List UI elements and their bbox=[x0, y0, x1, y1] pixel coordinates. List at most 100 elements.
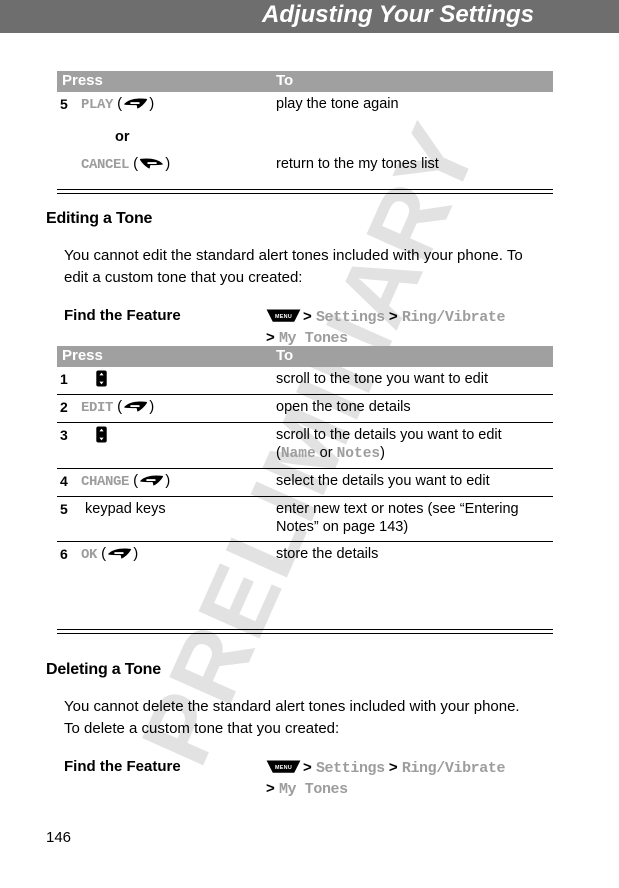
path-item-settings: Settings bbox=[315, 309, 385, 326]
soft-key-left-icon bbox=[139, 156, 164, 169]
procedure-table-editing: Press To 1 scroll to the tone you want t… bbox=[57, 346, 553, 569]
step-press-cell bbox=[79, 422, 273, 469]
table-row: 6 OK () store the details bbox=[57, 541, 553, 569]
step-press-cell: PLAY () bbox=[79, 92, 273, 119]
step-number: 1 bbox=[60, 371, 68, 387]
column-header-press: Press bbox=[57, 71, 273, 92]
step-press-cell: OK () bbox=[79, 541, 273, 569]
step-number: 6 bbox=[57, 541, 79, 569]
column-header-to: To bbox=[273, 346, 553, 367]
find-the-feature-label-editing: Find the Feature bbox=[64, 307, 181, 324]
page-number: 146 bbox=[46, 829, 72, 846]
menu-key-icon: MENU bbox=[266, 308, 301, 322]
step-action-cell: store the details bbox=[273, 541, 553, 569]
step-press-cell: CANCEL () bbox=[79, 151, 273, 179]
paren-close: ) bbox=[149, 398, 155, 415]
soft-key-right-icon bbox=[139, 473, 164, 486]
paren-open: ( bbox=[129, 472, 139, 489]
path-separator-2: > bbox=[388, 759, 398, 776]
section-paragraph-deleting: You cannot delete the standard alert ton… bbox=[64, 698, 520, 737]
svg-text:MENU: MENU bbox=[275, 765, 292, 771]
paren-close: ) bbox=[165, 472, 171, 489]
step-number: 5 bbox=[57, 496, 79, 542]
ui-value-name: Name bbox=[280, 446, 316, 462]
paren-open: ( bbox=[129, 155, 139, 172]
table-bottom-rule bbox=[57, 189, 553, 194]
paren-open: ( bbox=[113, 95, 123, 112]
or-separator: or bbox=[115, 129, 130, 145]
path-separator-1: > bbox=[303, 308, 312, 325]
step-number: 3 bbox=[57, 422, 79, 469]
path-item-mytones: My Tones bbox=[278, 781, 348, 798]
find-the-feature-path-editing: MENU > Settings > Ring/Vibrate > My Tones bbox=[266, 307, 566, 349]
action-text-line1: scroll to the details you want to edit bbox=[276, 427, 502, 443]
conjunction-or: or bbox=[315, 445, 337, 461]
step-number-blank bbox=[57, 119, 79, 151]
step-number: 5 bbox=[60, 96, 68, 112]
table-header-row: Press To bbox=[57, 346, 553, 367]
step-press-cell bbox=[79, 367, 273, 395]
step-number: 4 bbox=[57, 468, 79, 497]
path-item-ringvibrate: Ring/Vibrate bbox=[401, 760, 506, 777]
softkey-label-change: CHANGE bbox=[81, 474, 130, 490]
find-the-feature-path-deleting: MENU > Settings > Ring/Vibrate > My Tones bbox=[266, 758, 566, 800]
soft-key-right-icon bbox=[123, 96, 148, 109]
paren-close: ) bbox=[149, 95, 155, 112]
step-action-cell: return to the my tones list bbox=[276, 156, 439, 172]
scroll-key-icon bbox=[95, 370, 108, 387]
softkey-label-edit: EDIT bbox=[81, 400, 114, 416]
soft-key-right-icon bbox=[107, 546, 132, 559]
step-action-cell: enter new text or notes (see “Entering N… bbox=[273, 496, 553, 542]
table-row: 5 PLAY () play the tone again bbox=[57, 92, 553, 119]
section-heading-deleting: Deleting a Tone bbox=[46, 661, 161, 678]
table-header-row: Press To bbox=[57, 71, 553, 92]
path-item-settings: Settings bbox=[315, 760, 385, 777]
column-header-to: To bbox=[273, 71, 553, 92]
table-row-or: or bbox=[57, 119, 553, 151]
softkey-label-cancel: CANCEL bbox=[81, 157, 130, 173]
procedure-table-playcancel: Press To 5 PLAY () play the tone again o… bbox=[57, 71, 553, 179]
paren-close: ) bbox=[165, 155, 171, 172]
path-separator-3: > bbox=[266, 329, 275, 346]
path-separator-2: > bbox=[388, 308, 398, 325]
page-header-bar: Adjusting Your Settings bbox=[0, 0, 619, 33]
table-row: 4 CHANGE () select the details you want … bbox=[57, 468, 553, 497]
step-number: 2 bbox=[57, 394, 79, 423]
column-header-press: Press bbox=[57, 346, 273, 367]
table-bottom-rule bbox=[57, 629, 553, 634]
page-title: Adjusting Your Settings bbox=[261, 1, 534, 28]
svg-text:MENU: MENU bbox=[275, 314, 292, 320]
paren-open: ( bbox=[97, 545, 107, 562]
softkey-label-play: PLAY bbox=[81, 97, 114, 113]
table-row: 1 scroll to the tone you want to edit bbox=[57, 367, 553, 395]
paren-close: ) bbox=[133, 545, 139, 562]
path-separator-1: > bbox=[303, 759, 312, 776]
softkey-label-ok: OK bbox=[81, 547, 98, 563]
menu-key-icon: MENU bbox=[266, 759, 301, 773]
path-separator-3: > bbox=[266, 780, 275, 797]
ui-value-notes: Notes bbox=[336, 446, 381, 462]
paren-open: ( bbox=[113, 398, 123, 415]
scroll-key-icon bbox=[95, 426, 108, 443]
table-row: 2 EDIT () open the tone details bbox=[57, 394, 553, 423]
step-action-cell: select the details you want to edit bbox=[273, 468, 553, 497]
section-paragraph-editing: You cannot edit the standard alert tones… bbox=[64, 247, 523, 286]
step-press-cell: keypad keys bbox=[79, 496, 273, 542]
paren-close: ) bbox=[380, 445, 385, 461]
step-number-blank-2 bbox=[57, 151, 79, 179]
step-action-cell: scroll to the tone you want to edit bbox=[276, 371, 488, 387]
table-row: CANCEL () return to the my tones list bbox=[57, 151, 553, 179]
step-action-blank bbox=[273, 119, 553, 151]
table-row: 5 keypad keys enter new text or notes (s… bbox=[57, 496, 553, 542]
step-action-cell: scroll to the details you want to edit (N… bbox=[273, 422, 553, 469]
step-press-cell: CHANGE () bbox=[79, 468, 273, 497]
table-row: 3 scroll to the details you want to edit… bbox=[57, 422, 553, 469]
soft-key-right-icon bbox=[123, 399, 148, 412]
step-press-cell: EDIT () bbox=[79, 394, 273, 423]
step-action-cell: play the tone again bbox=[276, 96, 399, 112]
find-the-feature-label-deleting: Find the Feature bbox=[64, 758, 181, 775]
section-heading-editing: Editing a Tone bbox=[46, 210, 153, 227]
path-item-ringvibrate: Ring/Vibrate bbox=[401, 309, 506, 326]
path-item-mytones: My Tones bbox=[278, 330, 348, 347]
step-action-cell: open the tone details bbox=[273, 394, 553, 423]
